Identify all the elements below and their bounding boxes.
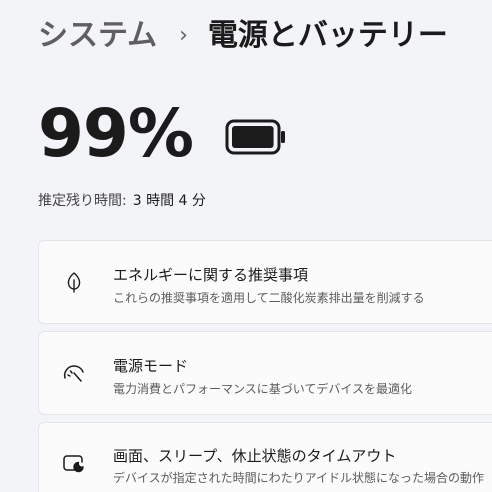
card-energy-recommendations[interactable]: エネルギーに関する推奨事項 これらの推奨事項を適用して二酸化炭素排出量を削減する — [38, 240, 492, 324]
card-description: デバイスが指定された時間にわたりアイドル状態になった場合の動作 — [113, 471, 485, 485]
battery-percentage: 99% — [38, 95, 194, 172]
power-mode-gauge-icon — [61, 360, 87, 386]
card-title: 画面、スリープ、休止状態のタイムアウト — [113, 447, 397, 465]
remaining-time: 推定残り時間: 3 時間 4 分 — [38, 190, 206, 210]
breadcrumb-chevron-icon: › — [179, 23, 188, 48]
remaining-time-value: 3 時間 4 分 — [132, 193, 206, 209]
battery-status: 99% — [38, 92, 287, 176]
card-power-mode[interactable]: 電源モード 電力消費とパフォーマンスに基づいてデバイスを最適化 — [38, 331, 492, 415]
leaf-icon — [61, 269, 87, 295]
card-screen-sleep-timeouts[interactable]: 画面、スリープ、休止状態のタイムアウト デバイスが指定された時間にわたりアイドル… — [38, 422, 492, 492]
remaining-time-label: 推定残り時間: — [38, 193, 127, 209]
battery-full-icon — [225, 119, 285, 155]
screen-sleep-icon — [61, 451, 87, 477]
card-title: エネルギーに関する推奨事項 — [113, 266, 309, 284]
breadcrumb-parent-system[interactable]: システム — [38, 14, 157, 58]
breadcrumb: システム › 電源とバッテリー — [38, 14, 448, 58]
page-title: 電源とバッテリー — [207, 18, 448, 53]
card-title: 電源モード — [113, 357, 189, 375]
card-description: これらの推奨事項を適用して二酸化炭素排出量を削減する — [113, 291, 425, 305]
card-description: 電力消費とパフォーマンスに基づいてデバイスを最適化 — [113, 382, 413, 396]
